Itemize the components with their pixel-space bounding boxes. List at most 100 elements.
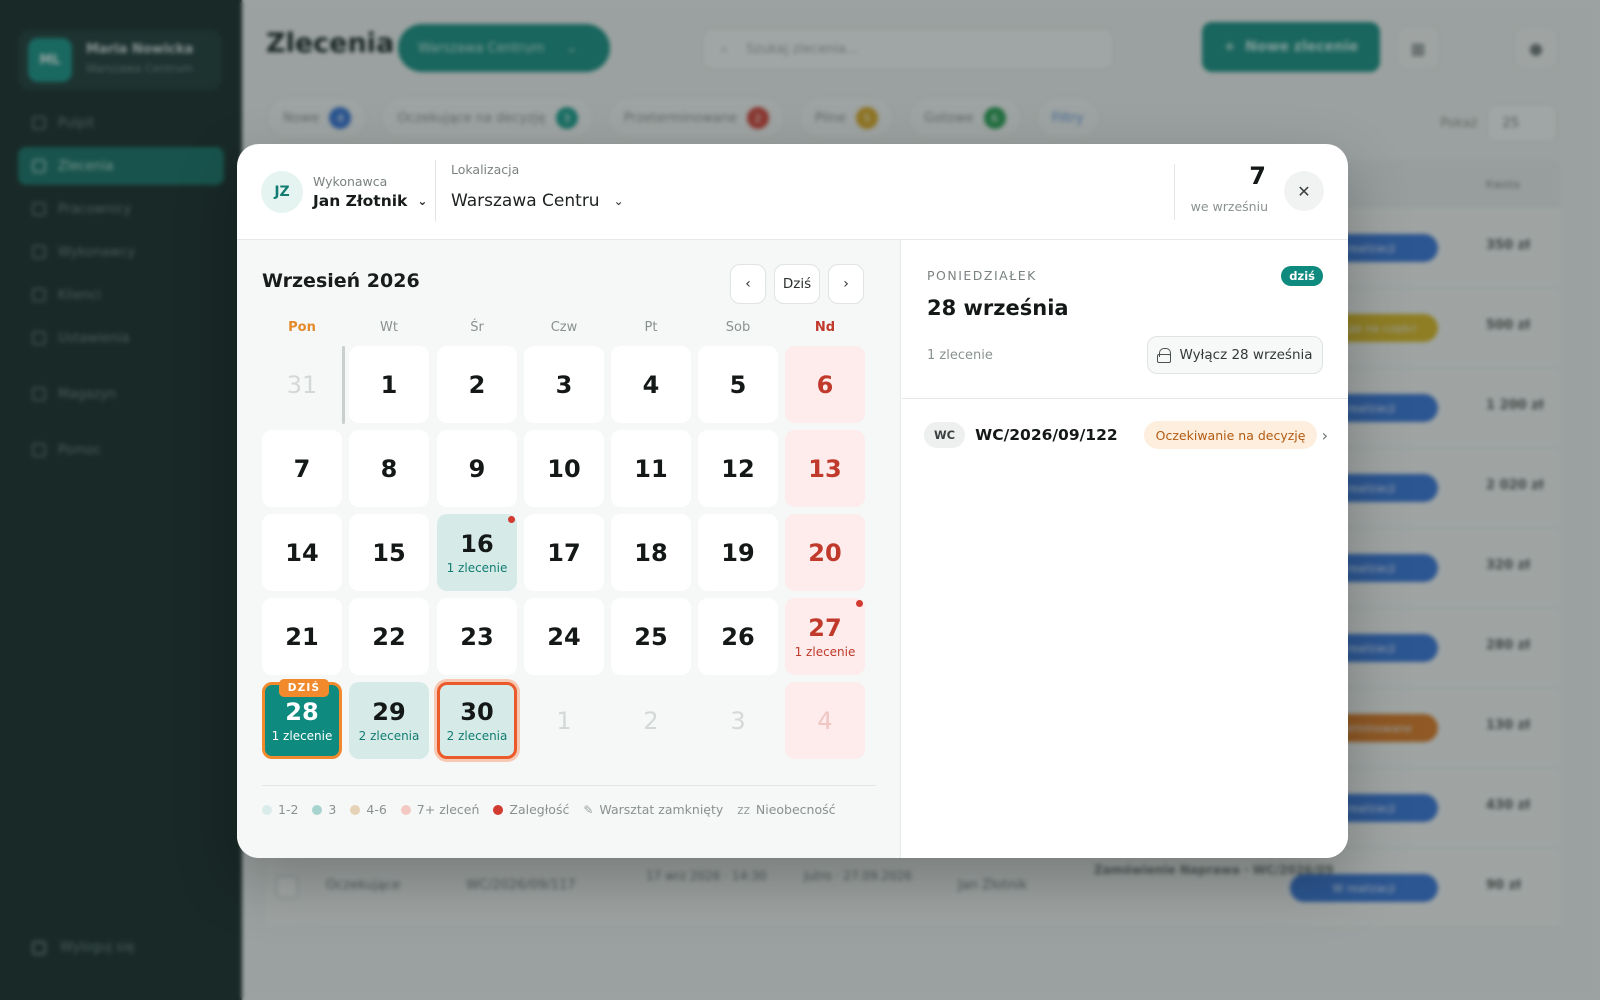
calendar-day-number: 24 [547, 622, 581, 651]
calendar-day-number: 2 [468, 370, 486, 399]
calendar-day-number: 6 [816, 370, 834, 399]
order-status-badge: Oczekiwanie na decyzję [1143, 421, 1318, 449]
location-select[interactable]: Warszawa Centru ⌄ [451, 191, 624, 211]
contractor-label: Wykonawca [313, 174, 388, 189]
calendar-day-number: 23 [460, 622, 494, 651]
calendar-day-number: 5 [729, 370, 747, 399]
calendar-day-number: 3 [555, 370, 573, 399]
weekday-label: Pt [644, 320, 658, 335]
calendar-day[interactable]: 22 [349, 598, 429, 675]
today-badge: DZIŚ [279, 679, 329, 697]
calendar-day[interactable]: 25 [611, 598, 691, 675]
calendar-day-number: 28 [285, 698, 319, 726]
close-icon: ✕ [1297, 181, 1311, 201]
order-list-item[interactable]: WC WC/2026/09/122 Oczekiwanie na decyzję… [924, 414, 1328, 456]
calendar-day-number: 22 [372, 622, 406, 651]
calendar-day[interactable]: 10 [524, 430, 604, 507]
legend-swatch [400, 804, 411, 815]
calendar-day[interactable]: 20 [785, 514, 865, 591]
calendar-day[interactable]: 6 [785, 346, 865, 423]
calendar-day[interactable]: 14 [262, 514, 342, 591]
calendar-day[interactable]: 29 2 zlecenia [349, 682, 429, 759]
chevron-down-icon: ⌄ [417, 194, 428, 208]
today-badge: dziś [1281, 266, 1323, 286]
calendar-day-number: 18 [634, 538, 668, 567]
calendar-day[interactable]: 13 [785, 430, 865, 507]
calendar-day-number: 4 [817, 706, 833, 735]
chevron-right-icon: › [843, 276, 849, 292]
calendar-day-number: 16 [460, 530, 494, 558]
next-month-button[interactable]: › [828, 264, 864, 304]
calendar-day[interactable]: 2 [437, 346, 517, 423]
calendar-day-number: 9 [468, 454, 486, 483]
calendar-legend: 1-2 3 4-6 7+ zleceń Zaległość ✎ Warsztat zamkn… [262, 785, 876, 817]
calendar-day-number: 17 [547, 538, 581, 567]
disable-day-button[interactable]: Wyłącz 28 września [1147, 336, 1323, 374]
calendar-day-number: 12 [721, 454, 755, 483]
close-button[interactable]: ✕ [1284, 171, 1324, 211]
calendar-day-number: 10 [547, 454, 581, 483]
calendar-day: 2 [611, 682, 691, 759]
location-value: Warszawa Centru [451, 191, 600, 211]
overdue-dot [856, 600, 863, 607]
selected-date: 28 września [927, 296, 1069, 320]
selected-weekday: PONIEDZIAŁEK [927, 268, 1037, 283]
calendar-day: 31 [262, 346, 342, 423]
calendar-day-number: 1 [380, 370, 398, 399]
legend-item: 1-2 [262, 802, 298, 817]
legend-swatch [493, 804, 504, 815]
calendar-day[interactable]: 12 [698, 430, 778, 507]
calendar-day[interactable]: 27 1 zlecenie [785, 598, 865, 675]
calendar-day-order-count: 2 zlecenia [446, 729, 508, 743]
contractor-avatar: JZ [261, 171, 303, 213]
calendar-day-number: 13 [808, 454, 842, 483]
location-label: Lokalizacja [451, 162, 520, 177]
calendar-day[interactable]: 9 [437, 430, 517, 507]
prev-month-button[interactable]: ‹ [730, 264, 766, 304]
legend-label: Warsztat zamknięty [599, 802, 724, 817]
legend-swatch [262, 804, 272, 815]
calendar-day[interactable]: 7 [262, 430, 342, 507]
calendar-day[interactable]: 16 1 zlecenie [437, 514, 517, 591]
calendar-day[interactable]: 15 [349, 514, 429, 591]
weekday-label: Czw [550, 320, 578, 335]
today-button[interactable]: Dziś [774, 264, 820, 304]
calendar-day[interactable]: 17 [524, 514, 604, 591]
calendar-day: 4 [785, 682, 865, 759]
calendar-day[interactable]: 28 1 zlecenie DZIŚ [262, 679, 342, 759]
chevron-right-icon: › [1321, 425, 1328, 445]
contractor-select[interactable]: Jan Złotnik ⌄ [313, 192, 427, 210]
calendar-day[interactable]: 23 [437, 598, 517, 675]
calendar-day-order-count: 1 zlecenie [446, 561, 508, 575]
calendar-day[interactable]: 24 [524, 598, 604, 675]
calendar-day-order-count: 1 zlecenie [794, 645, 856, 659]
calendar-day[interactable]: 19 [698, 514, 778, 591]
legend-item: 4-6 [350, 802, 387, 817]
weekday-label: Sob [725, 320, 751, 335]
header-divider [435, 160, 436, 222]
calendar-day[interactable]: 8 [349, 430, 429, 507]
calendar-day-number: 3 [730, 706, 746, 735]
calendar-day[interactable]: 26 [698, 598, 778, 675]
calendar-day[interactable]: 21 [262, 598, 342, 675]
day-detail-pane: PONIEDZIAŁEK dziś 28 września 1 zlecenie… [902, 240, 1348, 858]
legend-label: Zaległość [509, 802, 570, 817]
legend-item: 3 [312, 802, 336, 817]
calendar-day[interactable]: 5 [698, 346, 778, 423]
calendar-day[interactable]: 11 [611, 430, 691, 507]
calendar-day-number: 14 [285, 538, 319, 567]
calendar-day-number: 25 [634, 622, 668, 651]
month-order-count: 7 [1249, 162, 1266, 190]
legend-swatch [312, 804, 323, 815]
weekday-label: Wt [380, 320, 398, 335]
calendar-day[interactable]: 18 [611, 514, 691, 591]
calendar-day[interactable]: 4 [611, 346, 691, 423]
weekday-label: Nd [814, 320, 836, 335]
calendar-day[interactable]: 1 [349, 346, 429, 423]
chevron-left-icon: ‹ [745, 276, 751, 292]
calendar-day-number: 27 [808, 614, 842, 642]
calendar-day[interactable]: 3 [524, 346, 604, 423]
calendar-day[interactable]: 30 2 zlecenia [437, 682, 517, 759]
calendar-day-order-count: 1 zlecenie [271, 729, 333, 743]
disable-day-label: Wyłącz 28 września [1179, 347, 1313, 363]
